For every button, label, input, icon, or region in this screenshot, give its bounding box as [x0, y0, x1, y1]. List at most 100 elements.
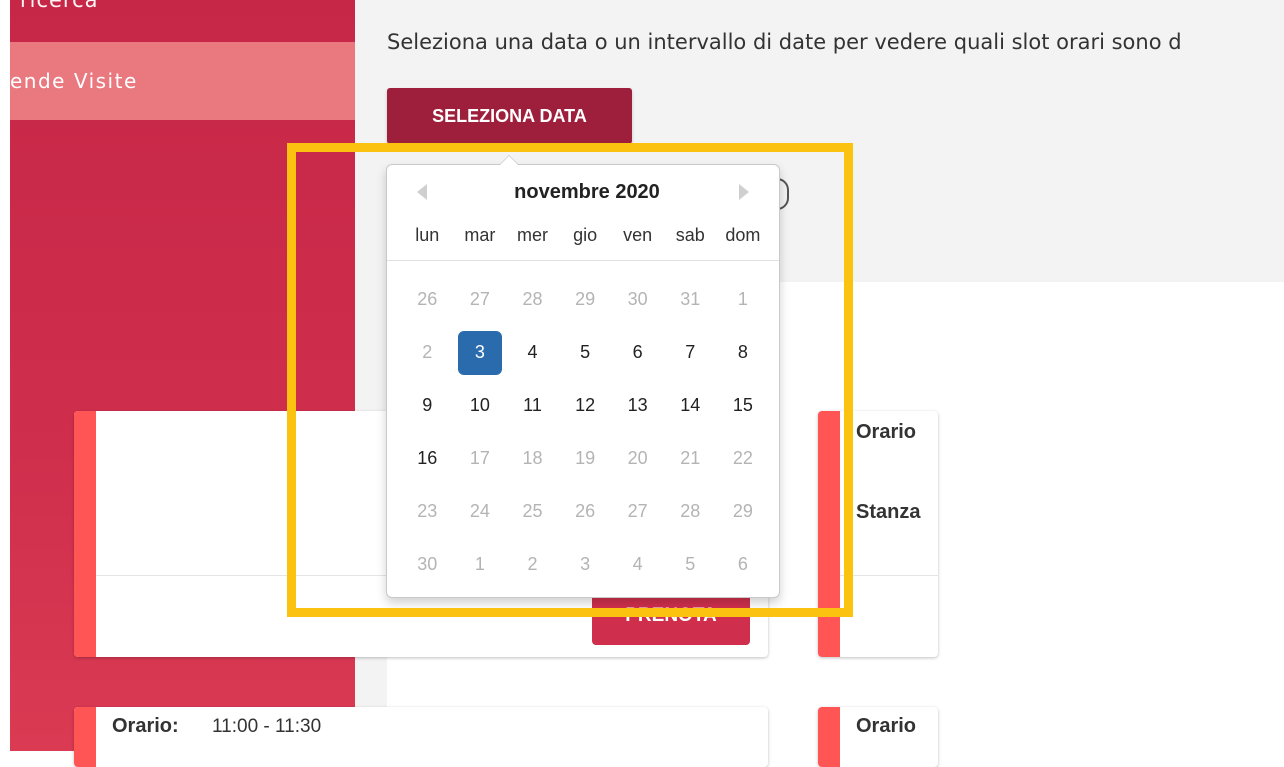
day-cell-selected[interactable]: 3 — [454, 326, 507, 379]
weekday-label: lun — [415, 225, 440, 245]
select-date-button[interactable]: SELEZIONA DATA — [387, 88, 632, 144]
day-number: 30 — [627, 289, 648, 309]
day-cell[interactable]: 11 — [506, 379, 559, 432]
day-cell[interactable]: 31 — [664, 273, 717, 326]
day-cell[interactable]: 29 — [717, 485, 770, 538]
day-number: 30 — [417, 554, 438, 574]
day-cell[interactable]: 8 — [717, 326, 770, 379]
day-cell[interactable]: 15 — [717, 379, 770, 432]
day-number: 29 — [732, 501, 753, 521]
slot-card: Orario — [818, 707, 938, 767]
day-cell[interactable]: 1 — [454, 538, 507, 591]
day-grid: 26 27 28 29 30 31 1 2 3 4 5 6 7 8 9 10 11 12 13 14 15 16 17 18 1… — [401, 273, 769, 591]
card-accent — [74, 707, 96, 767]
day-cell[interactable]: 5 — [559, 326, 612, 379]
day-number: 6 — [737, 554, 748, 574]
day-number: 16 — [417, 448, 438, 468]
day-number: 1 — [737, 289, 748, 309]
day-cell[interactable]: 2 — [401, 326, 454, 379]
day-cell[interactable]: 25 — [506, 485, 559, 538]
day-cell[interactable]: 22 — [717, 432, 770, 485]
card-accent — [818, 707, 840, 767]
day-number: 22 — [732, 448, 753, 468]
day-number: 15 — [732, 395, 753, 415]
day-cell[interactable]: 30 — [611, 273, 664, 326]
day-cell[interactable]: 23 — [401, 485, 454, 538]
day-cell[interactable]: 28 — [506, 273, 559, 326]
weekday-label: mer — [516, 225, 548, 245]
day-cell[interactable]: 30 — [401, 538, 454, 591]
day-cell[interactable]: 20 — [611, 432, 664, 485]
datepicker-divider — [387, 260, 779, 261]
day-number: 13 — [627, 395, 648, 415]
day-cell[interactable]: 26 — [559, 485, 612, 538]
chevron-left-icon[interactable] — [409, 179, 439, 205]
day-number: 3 — [457, 330, 502, 375]
day-number: 12 — [575, 395, 596, 415]
day-number: 4 — [632, 554, 643, 574]
sidebar-item-label: ende Visite — [10, 69, 138, 93]
left-edge — [0, 0, 10, 751]
day-number: 14 — [680, 395, 701, 415]
weekday-label: sab — [675, 225, 705, 245]
day-number: 17 — [469, 448, 490, 468]
day-cell[interactable]: 3 — [559, 538, 612, 591]
day-number: 7 — [685, 342, 696, 362]
day-number: 27 — [469, 289, 490, 309]
day-cell[interactable]: 27 — [454, 273, 507, 326]
day-number: 27 — [627, 501, 648, 521]
chevron-right-icon[interactable] — [727, 179, 757, 205]
day-number: 8 — [737, 342, 748, 362]
day-cell[interactable]: 7 — [664, 326, 717, 379]
day-number: 6 — [632, 342, 643, 362]
day-number: 5 — [685, 554, 696, 574]
day-cell[interactable]: 16 — [401, 432, 454, 485]
day-cell[interactable]: 28 — [664, 485, 717, 538]
weekday-label: dom — [725, 225, 761, 245]
slot-card: Orario Stanza — [818, 411, 938, 657]
day-cell[interactable]: 9 — [401, 379, 454, 432]
day-number: 26 — [417, 289, 438, 309]
day-cell[interactable]: 1 — [717, 273, 770, 326]
day-cell[interactable]: 29 — [559, 273, 612, 326]
weekday-header: lun mar mer gio ven sab dom — [401, 225, 769, 246]
day-cell[interactable]: 17 — [454, 432, 507, 485]
day-cell[interactable]: 13 — [611, 379, 664, 432]
card-divider — [840, 575, 938, 576]
time-label: Orario — [856, 421, 917, 443]
day-cell[interactable]: 6 — [717, 538, 770, 591]
day-number: 4 — [527, 342, 538, 362]
weekday-label: ven — [623, 225, 653, 245]
day-number: 10 — [469, 395, 490, 415]
day-cell[interactable]: 12 — [559, 379, 612, 432]
day-cell[interactable]: 27 — [611, 485, 664, 538]
day-cell[interactable]: 19 — [559, 432, 612, 485]
day-number: 28 — [522, 289, 543, 309]
day-cell[interactable]: 18 — [506, 432, 559, 485]
day-cell[interactable]: 6 — [611, 326, 664, 379]
time-label: Orario: — [112, 715, 179, 737]
card-accent — [818, 411, 840, 657]
day-cell[interactable]: 26 — [401, 273, 454, 326]
day-cell[interactable]: 2 — [506, 538, 559, 591]
month-title[interactable]: novembre 2020 — [457, 181, 717, 204]
datepicker-popup: novembre 2020 lun mar mer gio ven sab do… — [386, 155, 780, 598]
day-number: 29 — [575, 289, 596, 309]
day-number: 5 — [580, 342, 591, 362]
day-cell[interactable]: 10 — [454, 379, 507, 432]
card-accent — [74, 411, 96, 657]
day-number: 21 — [680, 448, 701, 468]
weekday-label: gio — [573, 225, 598, 245]
slot-card: Orario: 11:00 - 11:30 — [74, 707, 768, 767]
day-cell[interactable]: 4 — [611, 538, 664, 591]
day-cell[interactable]: 14 — [664, 379, 717, 432]
day-number: 24 — [469, 501, 490, 521]
sidebar-item-visite[interactable]: ende Visite — [10, 42, 355, 120]
day-cell[interactable]: 21 — [664, 432, 717, 485]
day-cell[interactable]: 24 — [454, 485, 507, 538]
datepicker-caret — [499, 155, 519, 165]
sidebar-item-partial[interactable]: ricerca — [20, 0, 99, 12]
day-cell[interactable]: 5 — [664, 538, 717, 591]
day-cell[interactable]: 4 — [506, 326, 559, 379]
weekday-label: mar — [464, 225, 496, 245]
